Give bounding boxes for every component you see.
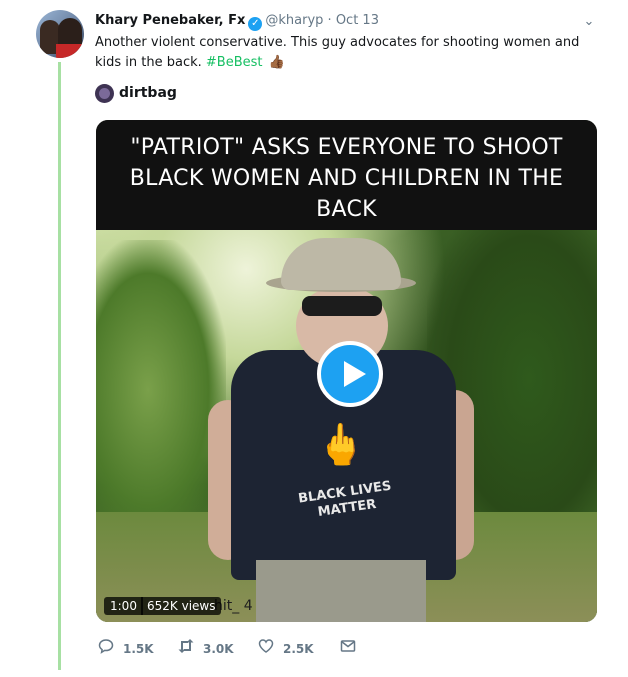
like-count: 2.5K	[283, 642, 314, 656]
tweet-text: Another violent conservative. This guy a…	[95, 33, 605, 73]
thread-line	[58, 62, 61, 670]
video-frame: 🖕 BLACK LIVES MATTER	[96, 230, 597, 622]
verified-badge-icon: ✓	[248, 17, 263, 31]
tweet-header: Khary Penebaker, Fx ✓ @kharyp · Oct 13	[95, 13, 379, 31]
chevron-down-icon[interactable]: ⌄	[581, 14, 597, 30]
heart-icon	[257, 638, 275, 659]
direct-message-button[interactable]	[339, 638, 357, 659]
play-button[interactable]	[317, 341, 383, 407]
quoted-author-name[interactable]: dirtbag	[119, 84, 177, 103]
video-caption: "PATRIOT" ASKS EVERYONE TO SHOOT BLACK W…	[96, 120, 597, 230]
retweet-icon	[177, 638, 195, 659]
like-button[interactable]: 2.5K	[257, 638, 314, 659]
author-avatar[interactable]	[36, 10, 84, 58]
quoted-avatar[interactable]	[95, 84, 114, 103]
thumbs-up-emoji: 👍🏾	[268, 55, 285, 70]
video-player[interactable]: "PATRIOT" ASKS EVERYONE TO SHOOT BLACK W…	[96, 120, 597, 622]
author-name[interactable]: Khary Penebaker, Fx	[95, 13, 245, 28]
video-duration: 1:00	[104, 597, 143, 615]
tweet-date[interactable]: Oct 13	[336, 13, 379, 28]
video-caption-line-1: "PATRIOT" ASKS EVERYONE TO SHOOT	[130, 135, 563, 160]
play-icon	[344, 361, 366, 387]
hashtag-link[interactable]: #BeBest	[206, 55, 263, 70]
retweet-button[interactable]: 3.0K	[177, 638, 234, 659]
envelope-icon	[339, 638, 357, 659]
reply-icon	[97, 638, 115, 659]
video-caption-line-2: BLACK WOMEN AND CHILDREN IN THE	[129, 166, 564, 191]
video-view-count: 652K views	[141, 597, 222, 615]
separator-dot: ·	[327, 13, 332, 28]
reply-count: 1.5K	[123, 642, 154, 656]
author-handle[interactable]: @kharyp	[265, 13, 323, 28]
retweet-count: 3.0K	[203, 642, 234, 656]
reply-button[interactable]: 1.5K	[97, 638, 154, 659]
video-caption-line-3: BACK	[316, 197, 377, 222]
tweet-body: Another violent conservative. This guy a…	[95, 35, 580, 70]
